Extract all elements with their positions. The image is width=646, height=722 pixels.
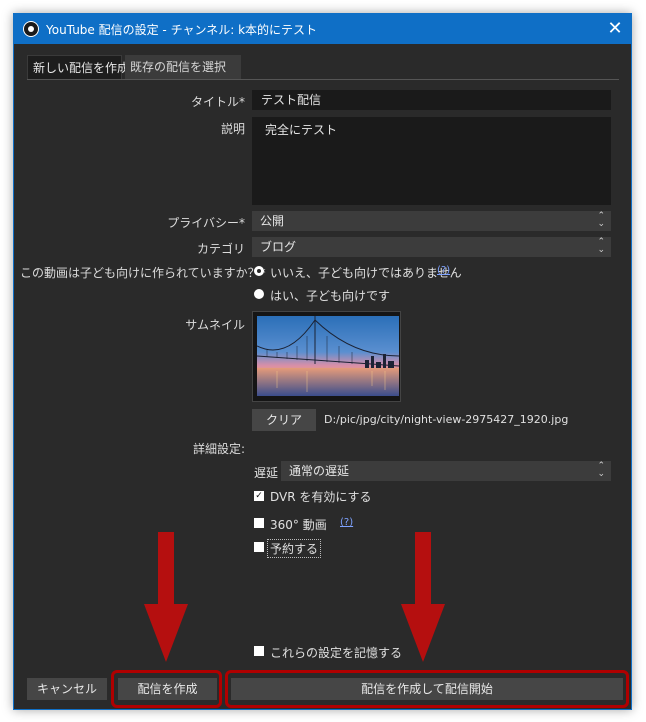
down-arrow-right-icon	[401, 532, 445, 662]
highlight-create-start-button	[225, 670, 629, 708]
annotation-arrows	[144, 532, 445, 662]
down-arrow-left-icon	[144, 532, 188, 662]
cancel-button[interactable]: キャンセル	[27, 678, 107, 700]
remember-settings-checkbox[interactable]	[254, 646, 264, 656]
highlight-create-button	[111, 670, 222, 708]
settings-window: YouTube 配信の設定 - チャンネル: k本的にテスト ✕ 新しい配信を作…	[13, 13, 632, 710]
remember-settings-label[interactable]: これらの設定を記憶する	[270, 644, 402, 661]
